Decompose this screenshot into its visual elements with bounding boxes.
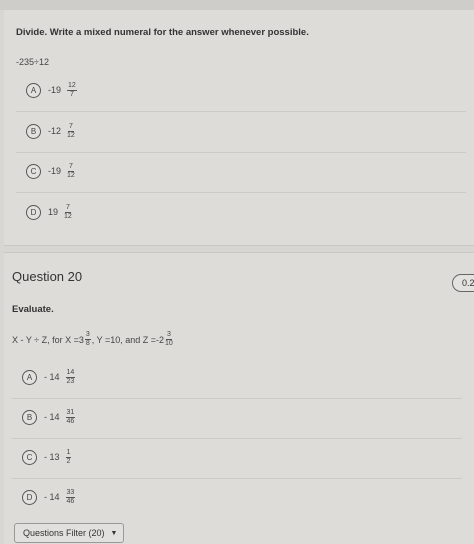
option-fraction: 7 12 — [64, 204, 72, 221]
fraction-numerator: 7 — [67, 122, 74, 132]
option-letter[interactable]: B — [26, 123, 41, 139]
question-20-instruction: Evaluate. — [12, 304, 54, 315]
question-19-instruction: Divide. Write a mixed numeral for the an… — [16, 27, 309, 38]
question-19-card: Divide. Write a mixed numeral for the an… — [4, 10, 474, 246]
fraction-denominator: 23 — [66, 377, 75, 385]
option-letter[interactable]: A — [22, 369, 37, 385]
points-badge: 0.2 — [452, 274, 474, 292]
q20-option-d[interactable]: D - 14 33 46 — [22, 484, 76, 510]
fraction-numerator: 31 — [65, 408, 76, 418]
fraction-denominator: 2 — [66, 457, 71, 465]
option-whole: -19 — [48, 166, 62, 176]
expression-lead: X - Y ÷ Z, for X =3 — [12, 334, 84, 345]
option-whole: - 14 — [44, 412, 60, 422]
divider — [16, 152, 466, 153]
fraction-numerator: 7 — [64, 203, 71, 213]
fraction-numerator: 1 — [65, 448, 72, 458]
q19-option-b[interactable]: B -12 7 12 — [26, 118, 75, 144]
option-fraction: 14 23 — [65, 368, 76, 386]
option-whole: - 14 — [44, 372, 60, 382]
fraction-denominator: 46 — [66, 497, 75, 505]
expression-mid: , Y =10, and Z =-2 — [91, 334, 165, 345]
fraction-denominator: 12 — [64, 212, 72, 220]
divider — [12, 398, 462, 399]
option-letter[interactable]: D — [22, 489, 37, 505]
questions-filter-button[interactable]: Questions Filter (20) ▼ — [14, 523, 124, 543]
fraction-numerator: 33 — [65, 488, 76, 498]
q20-option-b[interactable]: B - 14 31 46 — [22, 404, 76, 430]
questions-filter-label: Questions Filter (20) — [23, 528, 105, 538]
divider — [16, 192, 466, 193]
option-whole: - 13 — [44, 452, 60, 462]
q19-option-c[interactable]: C -19 7 12 — [26, 158, 75, 184]
fraction-numerator: 3 — [84, 331, 91, 340]
fraction-numerator: 12 — [67, 81, 77, 91]
q19-option-a[interactable]: A -19 12 7 — [26, 77, 77, 103]
option-letter[interactable]: D — [26, 204, 41, 220]
option-letter[interactable]: A — [26, 82, 41, 98]
q20-option-a[interactable]: A - 14 14 23 — [22, 364, 76, 390]
option-fraction: 7 12 — [67, 163, 75, 180]
fraction-denominator: 10 — [165, 340, 173, 347]
fraction-denominator: 7 — [69, 90, 74, 98]
option-whole: -12 — [48, 126, 62, 136]
z-fraction: 3 10 — [165, 331, 173, 348]
q20-option-c[interactable]: C - 13 1 2 — [22, 444, 72, 470]
option-fraction: 7 12 — [67, 123, 75, 140]
fraction-numerator: 14 — [65, 368, 76, 378]
fraction-denominator: 12 — [67, 171, 75, 179]
fraction-numerator: 7 — [67, 162, 74, 172]
option-letter[interactable]: C — [26, 163, 41, 179]
fraction-denominator: 8 — [85, 340, 90, 347]
question-20-expression: X - Y ÷ Z, for X =3 3 8 , Y =10, and Z =… — [12, 331, 174, 348]
divider — [12, 438, 462, 439]
x-fraction: 3 8 — [84, 331, 91, 348]
option-letter[interactable]: C — [22, 449, 37, 465]
option-fraction: 12 7 — [67, 82, 77, 99]
option-letter[interactable]: B — [22, 409, 37, 425]
option-whole: - 14 — [44, 492, 60, 502]
fraction-denominator: 46 — [66, 417, 75, 425]
chevron-down-icon: ▼ — [110, 529, 118, 537]
top-strip — [0, 0, 474, 10]
question-19-problem: -235÷12 — [16, 57, 49, 67]
divider — [16, 111, 466, 112]
q19-option-d[interactable]: D 19 7 12 — [26, 199, 72, 225]
divider — [12, 478, 462, 479]
fraction-denominator: 12 — [67, 131, 75, 139]
fraction-numerator: 3 — [165, 331, 172, 340]
option-whole: 19 — [48, 207, 59, 217]
option-fraction: 31 46 — [65, 408, 76, 426]
option-fraction: 33 46 — [65, 488, 76, 506]
option-fraction: 1 2 — [65, 448, 72, 466]
option-whole: -19 — [48, 85, 62, 95]
question-20-title: Question 20 — [12, 269, 83, 284]
